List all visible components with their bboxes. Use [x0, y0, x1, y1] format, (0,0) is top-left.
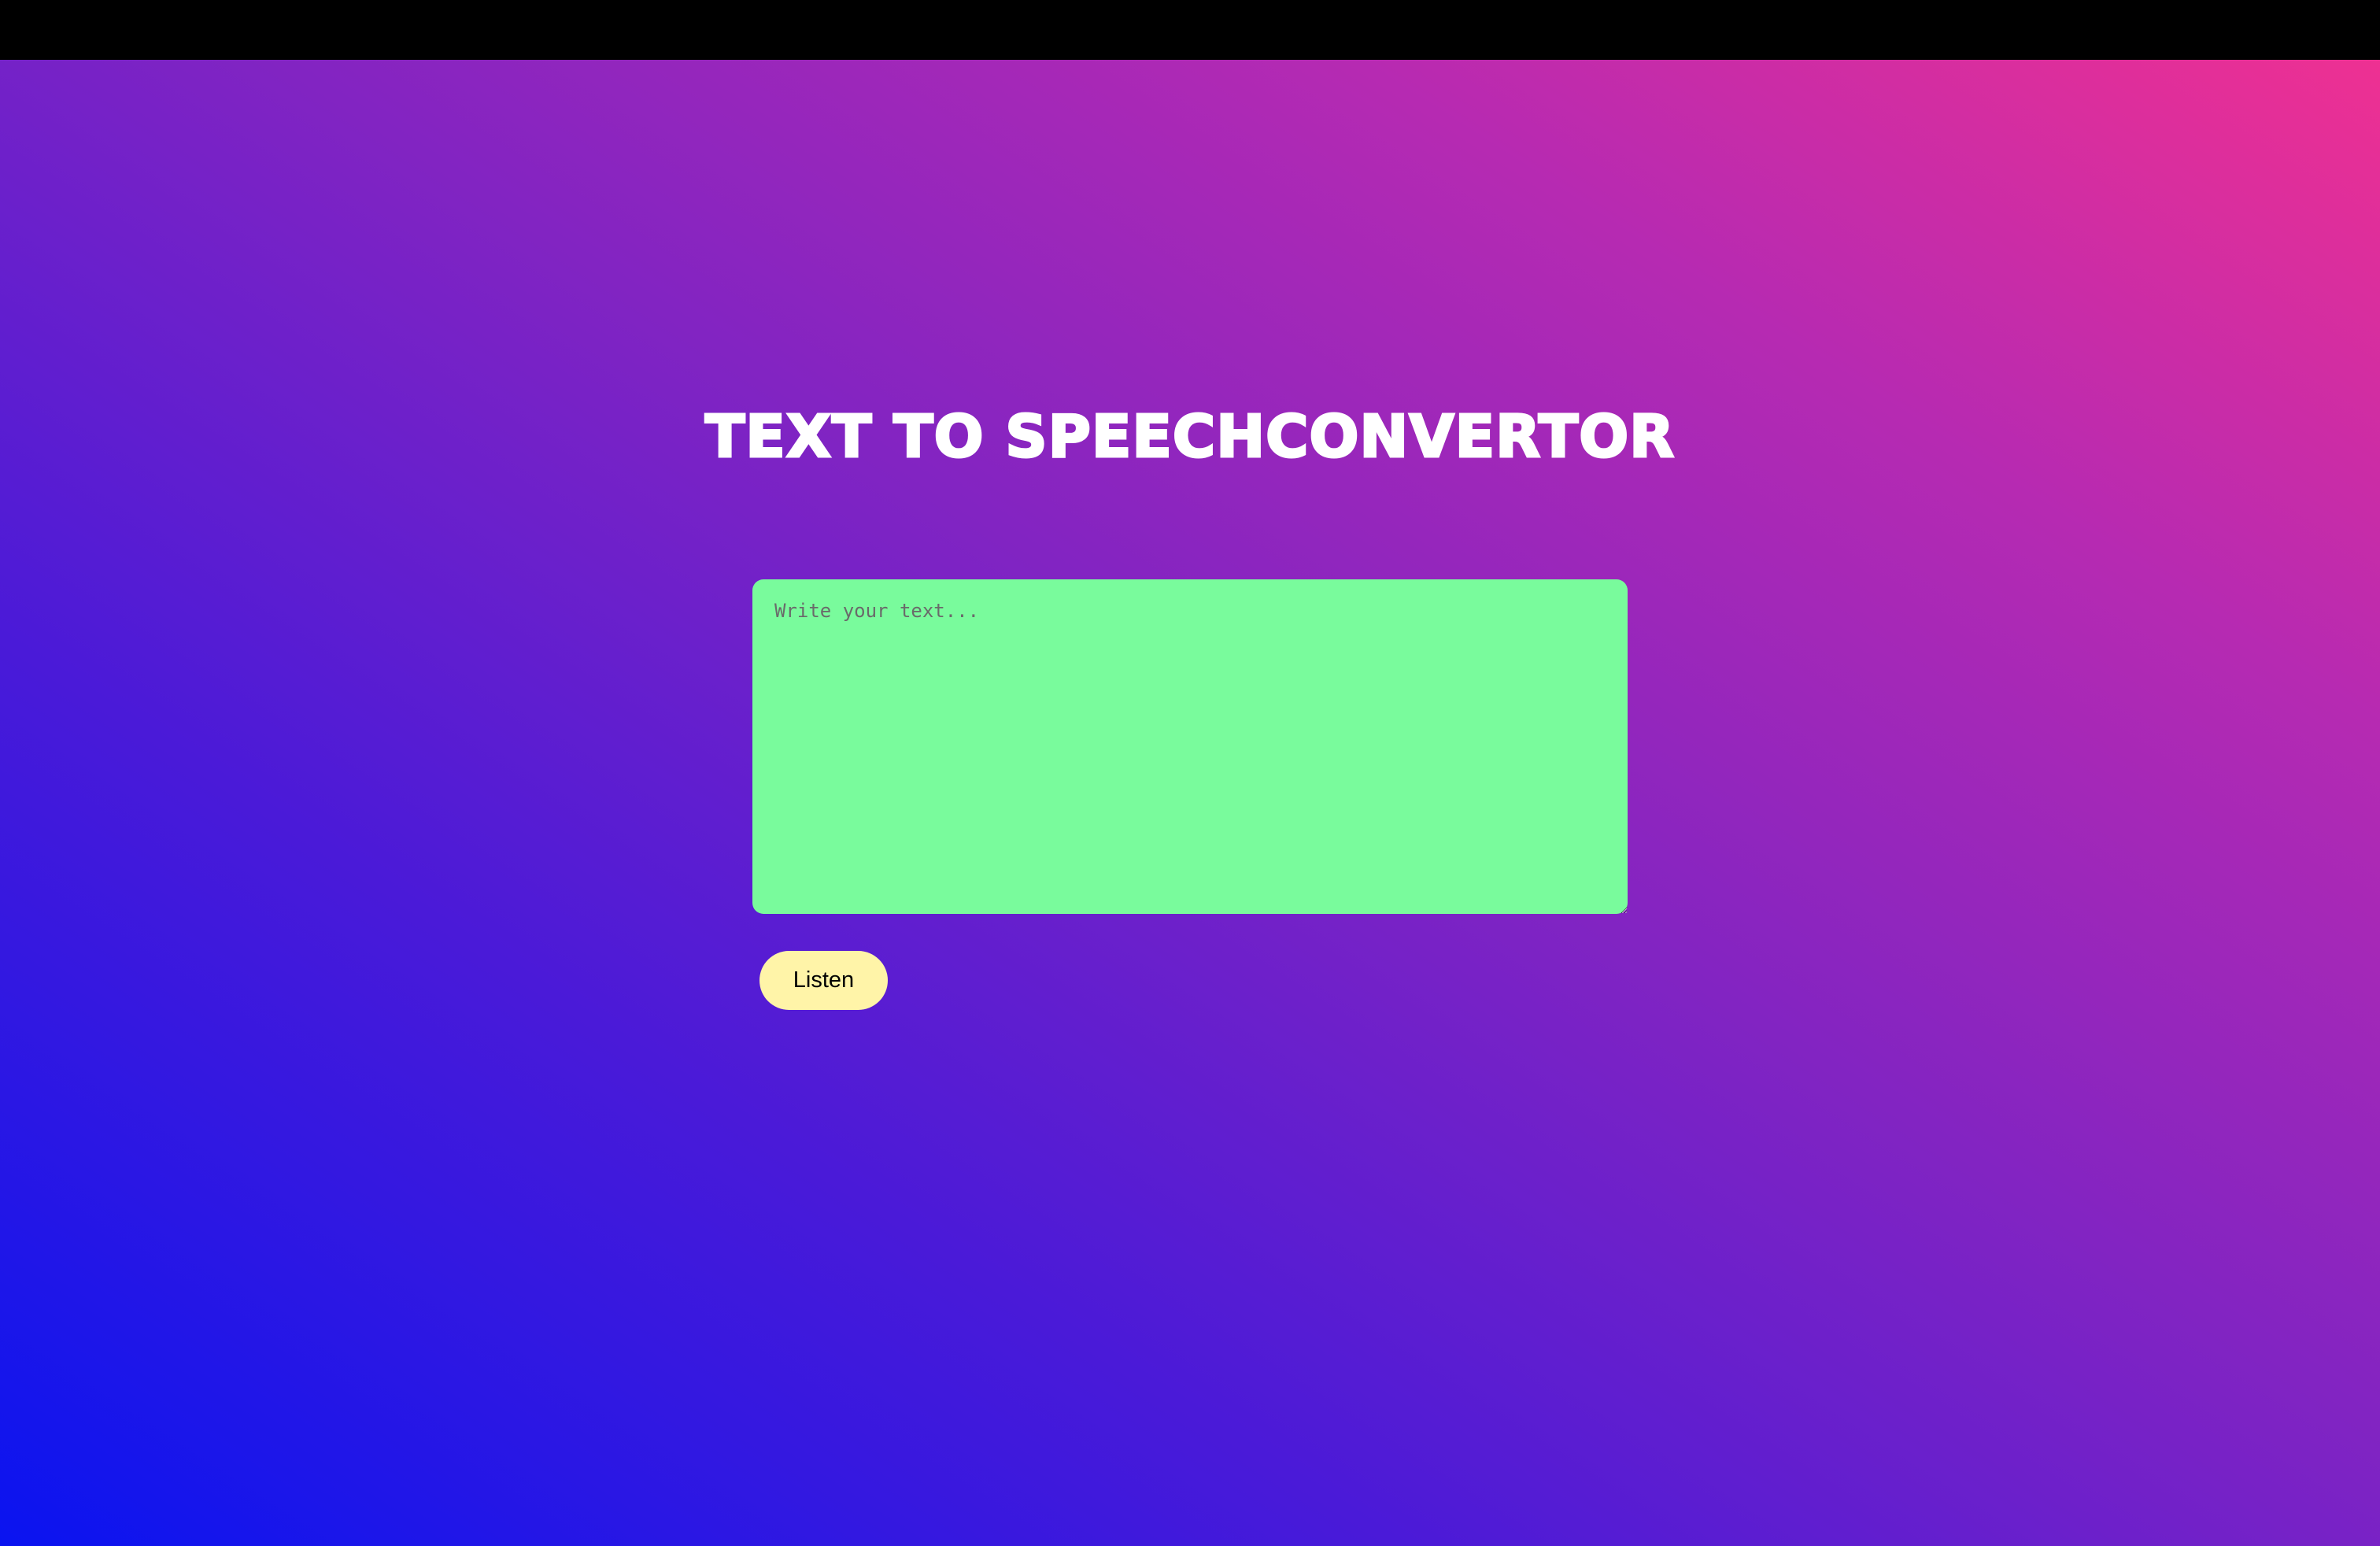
listen-button[interactable]: Listen [759, 951, 888, 1010]
page-title: Text to SpeechConvertor [752, 394, 1628, 480]
top-bar [0, 0, 2380, 60]
text-input[interactable] [752, 579, 1628, 914]
